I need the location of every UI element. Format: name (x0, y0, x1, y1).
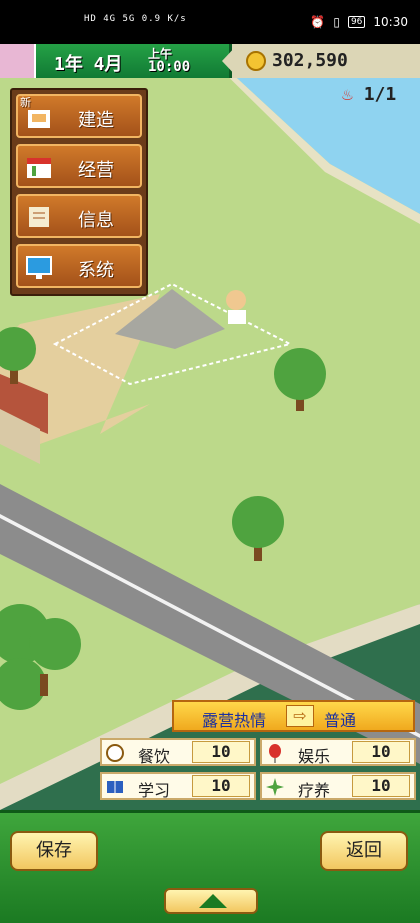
alarm-icon: ⏰ (310, 15, 326, 29)
monitor-icon (24, 252, 54, 282)
money-display: 302,590 (232, 44, 420, 78)
rank-icon: ♨ (342, 84, 353, 105)
camper (226, 290, 246, 310)
tree (232, 496, 284, 561)
stat-label: 娱乐 (298, 747, 331, 766)
stat-value: 10 (192, 741, 250, 763)
stat-learning: 学习 10 (100, 772, 256, 800)
stats-grid: 餐饮 10 娱乐 10 学习 10 疗养 10 (100, 738, 418, 802)
park-emblem-icon[interactable] (0, 44, 36, 78)
stat-recuperation: 疗养 10 (260, 772, 416, 800)
menu-item-system[interactable]: 系统 (16, 244, 142, 288)
menu-item-label: 建造 (78, 110, 114, 131)
camp-value: 普通 (324, 711, 357, 730)
menu-item-label: 经营 (78, 160, 114, 181)
shop-icon (24, 152, 54, 182)
bottom-bar: 保存 返回 (0, 810, 420, 923)
clock-text: 10:00 (148, 59, 191, 75)
date-display: 1年 4月 上午 10:00 (36, 44, 232, 78)
menu-item-manage[interactable]: 经营 (16, 144, 142, 188)
rank-value: 1/1 (363, 84, 397, 105)
battery-icon: 96 (347, 16, 366, 28)
stat-value: 10 (192, 775, 250, 797)
menu-item-label: 信息 (78, 210, 114, 231)
stat-label: 餐饮 (138, 747, 171, 766)
book-icon (105, 777, 125, 797)
back-button[interactable]: 返回 (320, 831, 408, 871)
stat-entertainment: 娱乐 10 (260, 738, 416, 766)
stat-label: 学习 (138, 781, 171, 800)
money-value: 302,590 (272, 50, 348, 71)
camp-label: 露营热情 (202, 711, 267, 730)
tree (0, 604, 81, 710)
network-status: HD 4G 5G 0.9 K/s (84, 14, 187, 24)
date-text: 1年 4月 (54, 54, 123, 75)
sparkle-icon (265, 777, 285, 797)
main-menu: 新 建造 经营 信息 系统 (10, 88, 148, 296)
chevron-up-icon (199, 894, 227, 908)
dining-icon (105, 743, 125, 763)
top-hud: 1年 4月 上午 10:00 302,590 (0, 44, 420, 78)
rank-indicator: ♨ 1/1 (342, 84, 396, 105)
status-bar: HD 4G 5G 0.9 K/s ⏰ ▯ 96 10:30 (0, 0, 420, 44)
stat-value: 10 (352, 741, 410, 763)
menu-item-info[interactable]: 信息 (16, 194, 142, 238)
stat-value: 10 (352, 775, 410, 797)
tree (274, 348, 326, 411)
expand-button[interactable] (164, 888, 258, 914)
save-button[interactable]: 保存 (10, 831, 98, 871)
coin-icon (246, 51, 266, 71)
new-badge: 新 (20, 96, 31, 109)
stat-label: 疗养 (298, 781, 331, 800)
camp-enthusiasm-panel: 露营热情 ⇨ 普通 (172, 700, 415, 732)
menu-item-build[interactable]: 新 建造 (16, 94, 142, 138)
clock-time: 10:30 (373, 15, 408, 29)
arrow-right-icon: ⇨ (286, 705, 314, 727)
menu-item-label: 系统 (78, 260, 114, 281)
balloon-icon (265, 743, 285, 763)
stat-dining: 餐饮 10 (100, 738, 256, 766)
scroll-icon (24, 202, 54, 232)
vibrate-icon: ▯ (333, 15, 340, 29)
status-right: ⏰ ▯ 96 10:30 (310, 15, 408, 29)
